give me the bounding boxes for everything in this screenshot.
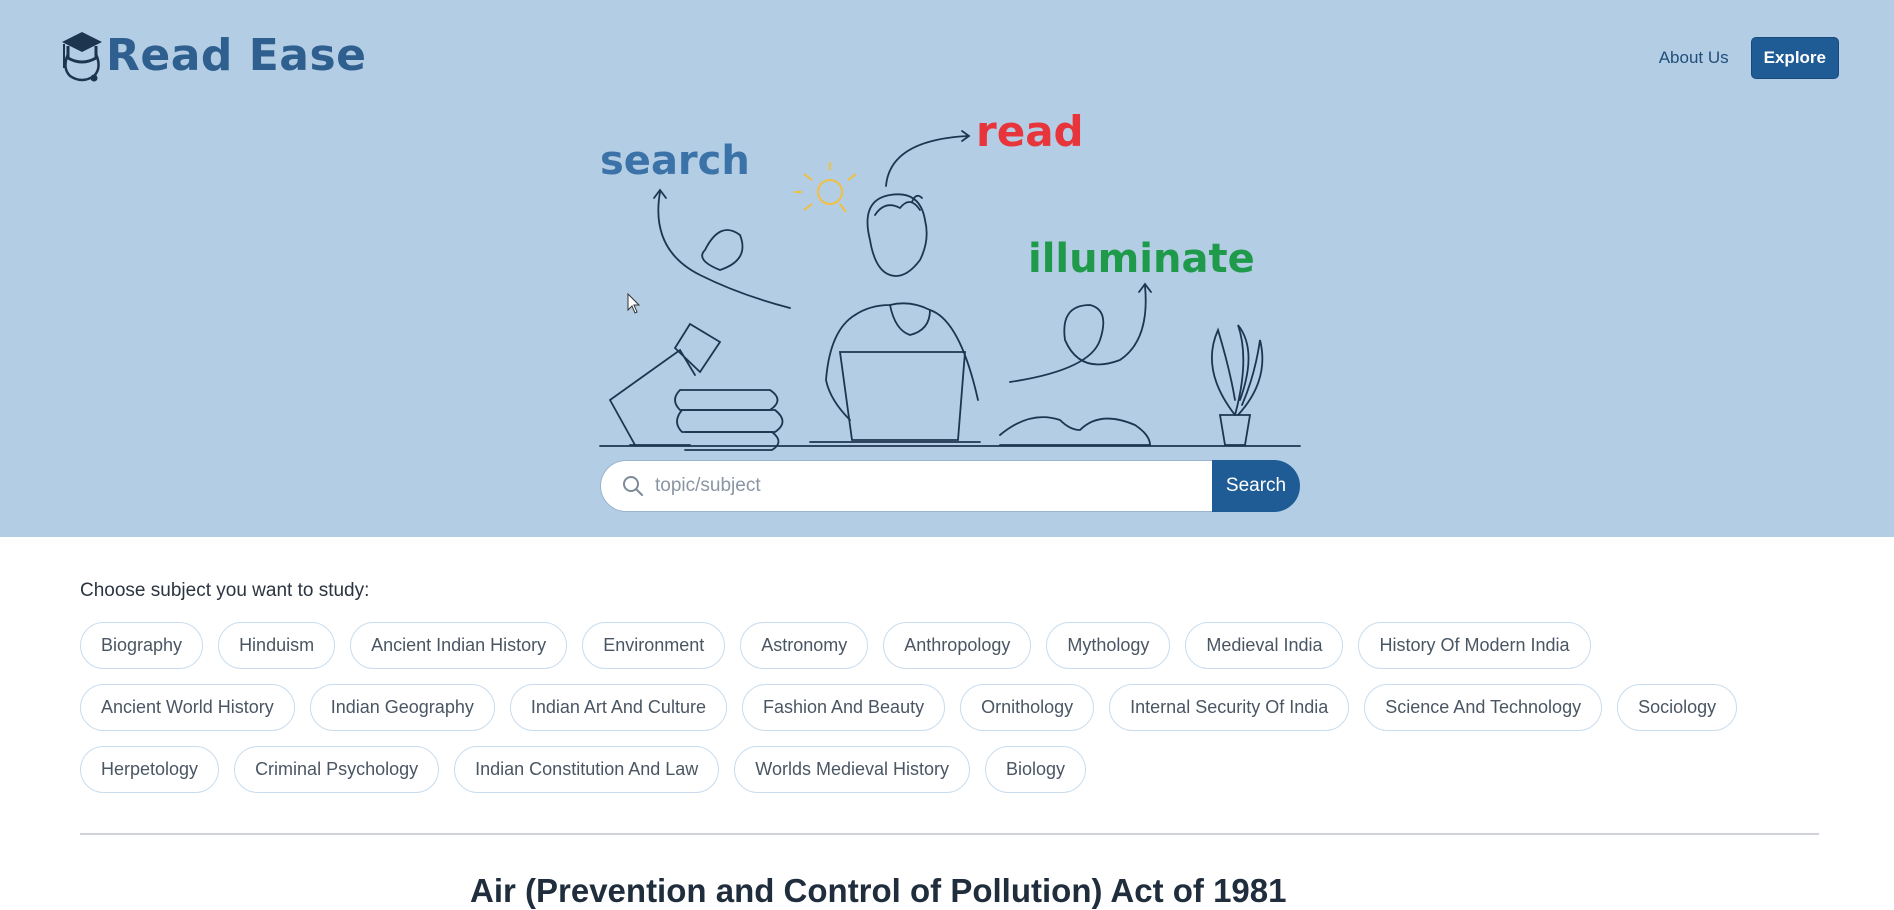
subject-chip[interactable]: Mythology [1046, 622, 1171, 669]
about-us-link[interactable]: About Us [1659, 48, 1729, 68]
app-name: Read Ease [106, 30, 367, 81]
top-nav: About Us Explore [1659, 37, 1839, 79]
subject-chip[interactable]: Hinduism [218, 622, 336, 669]
subject-chip[interactable]: Fashion And Beauty [741, 684, 946, 731]
search-bar: Search [600, 460, 1300, 512]
subjects-section: Choose subject you want to study: Biogra… [80, 580, 1820, 793]
subject-chip[interactable]: Ancient World History [80, 684, 295, 731]
search-field[interactable] [600, 460, 1212, 512]
read-word: read [976, 107, 1084, 156]
search-button[interactable]: Search [1212, 460, 1300, 512]
subject-chip[interactable]: Indian Art And Culture [509, 684, 727, 731]
subject-chip[interactable]: Sociology [1617, 684, 1738, 731]
search-word: search [600, 138, 750, 184]
search-input[interactable] [655, 475, 1195, 497]
subject-chip[interactable]: Biology [985, 746, 1087, 793]
subject-chip[interactable]: Anthropology [883, 622, 1032, 669]
subject-chip[interactable]: Medieval India [1185, 622, 1344, 669]
subject-chip[interactable]: Indian Constitution And Law [454, 746, 720, 793]
explore-button[interactable]: Explore [1750, 37, 1839, 79]
subject-chip[interactable]: Biography [80, 622, 204, 669]
section-divider [80, 833, 1819, 835]
search-icon [623, 476, 643, 496]
lightbulb-icon [794, 162, 857, 213]
subject-chip[interactable]: Ornithology [960, 684, 1095, 731]
subject-chip[interactable]: Astronomy [740, 622, 869, 669]
subject-chip[interactable]: Internal Security Of India [1109, 684, 1350, 731]
subject-chip[interactable]: Worlds Medieval History [734, 746, 971, 793]
subject-chip-list: Biography Hinduism Ancient Indian Histor… [80, 622, 1820, 793]
subject-chip[interactable]: History Of Modern India [1358, 622, 1591, 669]
subject-chip[interactable]: Indian Geography [309, 684, 495, 731]
subject-chip[interactable]: Ancient Indian History [350, 622, 568, 669]
graduation-cap-icon [62, 32, 102, 82]
hero-illustration: search read illuminate [599, 107, 1301, 451]
hero-section: Read Ease About Us Explore search read i… [0, 0, 1894, 537]
subject-chip[interactable]: Environment [582, 622, 726, 669]
illuminate-word: illuminate [1028, 236, 1255, 282]
article-title: Air (Prevention and Control of Pollution… [470, 872, 1287, 909]
subject-chip[interactable]: Herpetology [80, 746, 220, 793]
subject-chip[interactable]: Science And Technology [1364, 684, 1603, 731]
subject-chip[interactable]: Criminal Psychology [234, 746, 440, 793]
subjects-title: Choose subject you want to study: [80, 580, 370, 601]
logo[interactable]: Read Ease [58, 28, 367, 84]
mouse-cursor-icon [627, 293, 641, 314]
